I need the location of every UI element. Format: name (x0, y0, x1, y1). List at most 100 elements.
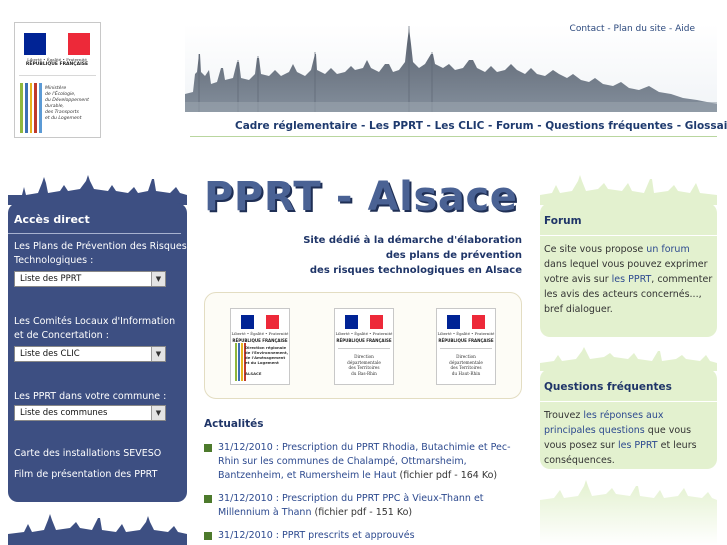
nav-separator: - (422, 120, 435, 132)
left-skyline-decoration-bottom (8, 514, 187, 545)
commune-group-label: Les PPRT dans votre commune : (14, 391, 167, 402)
forum-text: Ce site vous propose un forum dans leque… (544, 242, 717, 317)
republic-name: RÉPUBLIQUE FRANÇAISE (438, 338, 494, 343)
right-skyline-decoration-bottom (540, 480, 717, 545)
news-item: 31/12/2010 : PPRT prescrits et approuvés (204, 529, 524, 543)
french-flag-icon (241, 315, 280, 329)
forum-panel: Forum Ce site vous propose un forum dans… (540, 203, 717, 337)
panel-divider (8, 233, 181, 234)
direct-access-panel: Accès direct Les Plans de Prévention des… (8, 203, 187, 502)
ddt-bas-rhin-logo[interactable]: Liberté • Égalité • Fraternité RÉPUBLIQU… (334, 308, 394, 385)
dreal-alsace-logo[interactable]: Liberté • Égalité • Fraternité RÉPUBLIQU… (230, 308, 290, 385)
direct-access-title: Accès direct (14, 213, 90, 226)
commune-select-value: Liste des communes (20, 408, 108, 418)
ddt-name: Direction départementale des Territoires… (335, 354, 393, 376)
site-tagline: Site dédié à la démarche d'élaboration d… (222, 233, 522, 278)
nav-les-clic[interactable]: Les CLIC (435, 120, 485, 132)
motto: Liberté • Égalité • Fraternité (335, 331, 393, 336)
nav-cadre-reglementaire[interactable]: Cadre réglementaire (235, 120, 357, 132)
link-separator: - (666, 24, 676, 34)
logo-divider (440, 348, 492, 349)
news-item: 31/12/2010 : Prescription du PPRT PPC à … (204, 492, 524, 520)
clic-select-value: Liste des CLIC (20, 349, 80, 359)
news-list: 31/12/2010 : Prescription du PPRT Rhodia… (204, 441, 524, 545)
dreal-line: et du Logement (245, 360, 279, 365)
republique-francaise-logo: Liberté • Égalité • Fraternité RÉPUBLIQU… (24, 33, 90, 67)
motto: Liberté • Égalité • Fraternité (437, 331, 495, 336)
dreal-region: ALSACE (245, 371, 262, 376)
motto: Liberté • Égalité • Fraternité (231, 331, 289, 336)
partner-logos-panel: Liberté • Égalité • Fraternité RÉPUBLIQU… (204, 292, 522, 399)
clic-select[interactable]: Liste des CLIC ▼ (14, 346, 166, 362)
square-bullet-icon (204, 495, 212, 503)
pprt-group-label: Les Plans de Prévention des Risques Tech… (14, 241, 187, 266)
nav-separator: - (533, 120, 546, 132)
ddt-name: Direction départementale des Territoires… (437, 354, 495, 376)
ministry-logo[interactable]: Liberté • Égalité • Fraternité RÉPUBLIQU… (14, 22, 101, 138)
ddt-line: du Bas-Rhin (351, 370, 377, 376)
right-skyline-decoration (540, 175, 717, 205)
dreal-name: Direction régionale de l'Environnement, … (245, 345, 288, 376)
contact-link[interactable]: Contact (570, 24, 605, 34)
nav-separator: - (673, 120, 685, 132)
nav-forum[interactable]: Forum (496, 120, 534, 132)
help-link[interactable]: Aide (675, 24, 695, 34)
refinery-banner-image (185, 24, 717, 112)
ddt-line: du Haut-Rhin (451, 370, 481, 376)
chevron-down-icon[interactable]: ▼ (151, 347, 165, 361)
faq-panel: Questions fréquentes Trouvez les réponse… (540, 369, 717, 469)
header-divider (190, 136, 717, 137)
clic-group-label: Les Comités Locaux d'Information et de C… (14, 316, 176, 341)
french-flag-icon (24, 33, 90, 55)
tagline-line: Site dédié à la démarche d'élaboration (303, 235, 522, 246)
republic-name: RÉPUBLIQUE FRANÇAISE (336, 338, 392, 343)
forum-title: Forum (544, 215, 582, 227)
panel-divider (540, 401, 717, 402)
forum-link[interactable]: un forum (646, 244, 689, 255)
ministry-stripes-icon (20, 83, 42, 133)
faq-text: Trouvez les réponses aux principales que… (544, 408, 717, 468)
logo-divider (19, 75, 96, 76)
news-link[interactable]: 31/12/2010 : PPRT prescrits et approuvés (218, 530, 415, 541)
tagline-line: des risques technologiques en Alsace (309, 265, 522, 276)
commune-select[interactable]: Liste des communes ▼ (14, 405, 166, 421)
nav-separator: - (357, 120, 370, 132)
faq-text-part: Trouvez (544, 410, 584, 421)
news-file-info: (fichier pdf - 151 Ko) (311, 507, 413, 518)
news-item: 31/12/2010 : Prescription du PPRT Rhodia… (204, 441, 524, 483)
nav-glossaire[interactable]: Glossaire (685, 120, 727, 132)
pprt-link[interactable]: les PPRT (612, 274, 652, 285)
panel-divider (540, 235, 717, 236)
nav-separator: - (484, 120, 496, 132)
sitemap-link[interactable]: Plan du site (614, 24, 667, 34)
square-bullet-icon (204, 532, 212, 540)
pprt-select[interactable]: Liste des PPRT ▼ (14, 271, 166, 287)
top-links: Contact - Plan du site - Aide (570, 24, 695, 34)
french-flag-icon (447, 315, 486, 329)
page-title: PPRT - Alsace (204, 174, 518, 220)
nav-les-pprt[interactable]: Les PPRT (369, 120, 423, 132)
ministry-name: Ministère de l'Écologie, du Développemen… (45, 86, 89, 122)
tagline-line: des plans de prévention (385, 250, 522, 261)
chevron-down-icon[interactable]: ▼ (151, 406, 165, 420)
logo-divider (338, 348, 390, 349)
nav-questions-frequentes[interactable]: Questions fréquentes (545, 120, 673, 132)
faq-title: Questions fréquentes (544, 381, 672, 393)
news-heading: Actualités (204, 418, 264, 430)
right-skyline-decoration-middle (540, 347, 717, 371)
news-file-info: (fichier pdf - 164 Ko) (396, 470, 498, 481)
republic-name: RÉPUBLIQUE FRANÇAISE (25, 62, 89, 67)
main-navigation: Cadre réglementaire - Les PPRT - Les CLI… (235, 120, 727, 132)
ministry-line: et du Logement (45, 116, 82, 121)
pprt-select-value: Liste des PPRT (20, 274, 82, 284)
chevron-down-icon[interactable]: ▼ (151, 272, 165, 286)
pprt-film-link[interactable]: Film de présentation des PPRT (14, 469, 187, 480)
forum-text-part: Ce site vous propose (544, 244, 647, 255)
link-separator: - (604, 24, 614, 34)
square-bullet-icon (204, 444, 212, 452)
left-skyline-decoration (8, 175, 187, 205)
seveso-map-link[interactable]: Carte des installations SEVESO (14, 448, 187, 459)
french-flag-icon (345, 315, 384, 329)
ddt-haut-rhin-logo[interactable]: Liberté • Égalité • Fraternité RÉPUBLIQU… (436, 308, 496, 385)
pprt-link[interactable]: les PPRT (618, 440, 658, 451)
